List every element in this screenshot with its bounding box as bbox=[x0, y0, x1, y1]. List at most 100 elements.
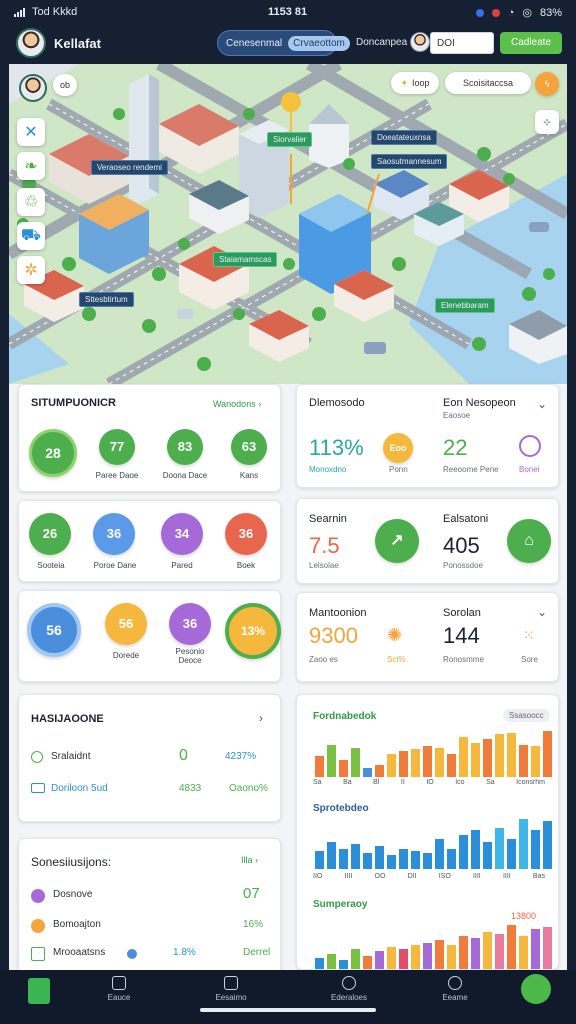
bar[interactable] bbox=[315, 958, 324, 969]
bar[interactable] bbox=[543, 731, 552, 777]
bar[interactable] bbox=[399, 949, 408, 969]
bar[interactable] bbox=[387, 754, 396, 777]
bar[interactable] bbox=[483, 841, 492, 869]
bar[interactable] bbox=[363, 767, 372, 777]
map-tool-explore[interactable]: ✕ bbox=[17, 118, 45, 146]
stat-circle[interactable]: Eoo bbox=[383, 433, 413, 463]
bar[interactable] bbox=[435, 839, 444, 869]
stat-circle[interactable]: 77 bbox=[99, 429, 135, 465]
chevron-right-icon[interactable]: › bbox=[259, 711, 263, 725]
map-label[interactable]: Doeatateuxnsa bbox=[371, 130, 437, 145]
bar[interactable] bbox=[495, 828, 504, 869]
view-segment-control[interactable]: Cenesenmal Crvaeottom bbox=[217, 30, 350, 56]
map-user-avatar[interactable] bbox=[19, 74, 47, 102]
bar[interactable] bbox=[519, 936, 528, 969]
bar[interactable] bbox=[507, 839, 516, 869]
bar[interactable] bbox=[387, 947, 396, 969]
map-filter-pill[interactable]: ✦ Ioop bbox=[391, 72, 439, 94]
create-button[interactable]: Cadleate bbox=[500, 32, 562, 54]
tab-item[interactable]: Eeame bbox=[420, 976, 490, 1002]
bar[interactable] bbox=[423, 942, 432, 969]
stat-circle[interactable]: 36 bbox=[93, 513, 135, 555]
map-tool-eco[interactable]: ❧ bbox=[17, 152, 45, 180]
map-tool-network[interactable]: ✲ bbox=[17, 256, 45, 284]
stat-circle[interactable]: 28 bbox=[29, 429, 77, 477]
user-avatar[interactable] bbox=[16, 28, 46, 58]
bar[interactable] bbox=[459, 737, 468, 777]
chevron-down-icon[interactable]: ⌄ bbox=[537, 605, 547, 619]
bar[interactable] bbox=[363, 853, 372, 869]
bar[interactable] bbox=[435, 747, 444, 777]
stat-circle[interactable]: 36 bbox=[169, 603, 211, 645]
bar[interactable] bbox=[327, 744, 336, 777]
stat-circle[interactable]: 34 bbox=[161, 513, 203, 555]
stat-circle[interactable]: 13% bbox=[225, 603, 281, 659]
chevron-down-icon[interactable]: ⌄ bbox=[537, 397, 547, 411]
bar[interactable] bbox=[447, 754, 456, 777]
map-label[interactable]: Elenebbaram bbox=[435, 298, 495, 313]
card-link[interactable]: Wanodons › bbox=[213, 399, 261, 409]
bar[interactable] bbox=[459, 834, 468, 869]
bar[interactable] bbox=[339, 848, 348, 869]
tab-item[interactable]: Ederaloes bbox=[314, 976, 384, 1002]
stat-circle[interactable]: 56 bbox=[105, 603, 147, 645]
card-link[interactable]: Illa › bbox=[241, 855, 258, 865]
map-label[interactable]: Veraoseo rendemi bbox=[91, 160, 168, 175]
bar[interactable] bbox=[351, 949, 360, 969]
stat-circle[interactable]: 63 bbox=[231, 429, 267, 465]
map-tool-transit[interactable]: ⛟ bbox=[17, 222, 45, 250]
map-locate-button[interactable]: ⊹ bbox=[535, 110, 559, 134]
bar[interactable] bbox=[315, 850, 324, 869]
map-zoom-pill[interactable]: ob bbox=[53, 74, 77, 96]
bar[interactable] bbox=[471, 743, 480, 777]
map-label[interactable]: Saosutmannesum bbox=[371, 154, 448, 169]
stat-circle[interactable]: 83 bbox=[167, 429, 203, 465]
map-label[interactable]: Staiamamscas bbox=[213, 252, 278, 267]
bar[interactable] bbox=[423, 853, 432, 869]
bar[interactable] bbox=[447, 944, 456, 969]
stat-circle[interactable]: 56 bbox=[27, 603, 81, 657]
home-tab-icon[interactable] bbox=[28, 978, 50, 1004]
bar[interactable] bbox=[375, 764, 384, 777]
bar[interactable] bbox=[327, 841, 336, 869]
tab-item[interactable]: Eauce bbox=[84, 976, 154, 1002]
bar[interactable] bbox=[483, 738, 492, 777]
bar[interactable] bbox=[375, 951, 384, 969]
bar[interactable] bbox=[471, 938, 480, 969]
bar[interactable] bbox=[483, 931, 492, 969]
map-tool-recycle[interactable]: ♲ bbox=[17, 188, 45, 216]
bar[interactable] bbox=[471, 830, 480, 869]
bar[interactable] bbox=[531, 929, 540, 969]
bar[interactable] bbox=[495, 933, 504, 969]
bar[interactable] bbox=[399, 750, 408, 777]
bar[interactable] bbox=[339, 960, 348, 969]
bar[interactable] bbox=[543, 927, 552, 969]
chart-trend-icon[interactable]: ↗ bbox=[375, 519, 419, 563]
map-label[interactable]: Sttesbtirtum bbox=[79, 292, 134, 307]
bar[interactable] bbox=[447, 848, 456, 869]
segment-left[interactable]: Cenesenmal bbox=[226, 38, 282, 49]
map-label[interactable]: Siorvalier bbox=[267, 132, 313, 147]
stat-circle[interactable]: 26 bbox=[29, 513, 71, 555]
profile-avatar[interactable] bbox=[410, 32, 430, 52]
bar[interactable] bbox=[351, 747, 360, 777]
bar[interactable] bbox=[531, 746, 540, 777]
bar[interactable] bbox=[327, 953, 336, 969]
bar[interactable] bbox=[519, 744, 528, 777]
bar[interactable] bbox=[495, 734, 504, 777]
stat-circle[interactable]: 36 bbox=[225, 513, 267, 555]
bar[interactable] bbox=[411, 944, 420, 969]
search-input[interactable] bbox=[430, 32, 494, 54]
bar[interactable] bbox=[399, 848, 408, 869]
bar[interactable] bbox=[507, 925, 516, 969]
bar[interactable] bbox=[363, 955, 372, 969]
bar[interactable] bbox=[375, 846, 384, 869]
map-flash-button[interactable]: ϟ bbox=[535, 72, 559, 96]
bar[interactable] bbox=[411, 850, 420, 869]
bar[interactable] bbox=[435, 940, 444, 969]
segment-right[interactable]: Crvaeottom bbox=[288, 35, 350, 51]
bar[interactable] bbox=[315, 755, 324, 777]
bar[interactable] bbox=[339, 760, 348, 777]
bar[interactable] bbox=[543, 821, 552, 869]
map-source-pill[interactable]: Scoisitaccsa bbox=[445, 72, 531, 94]
